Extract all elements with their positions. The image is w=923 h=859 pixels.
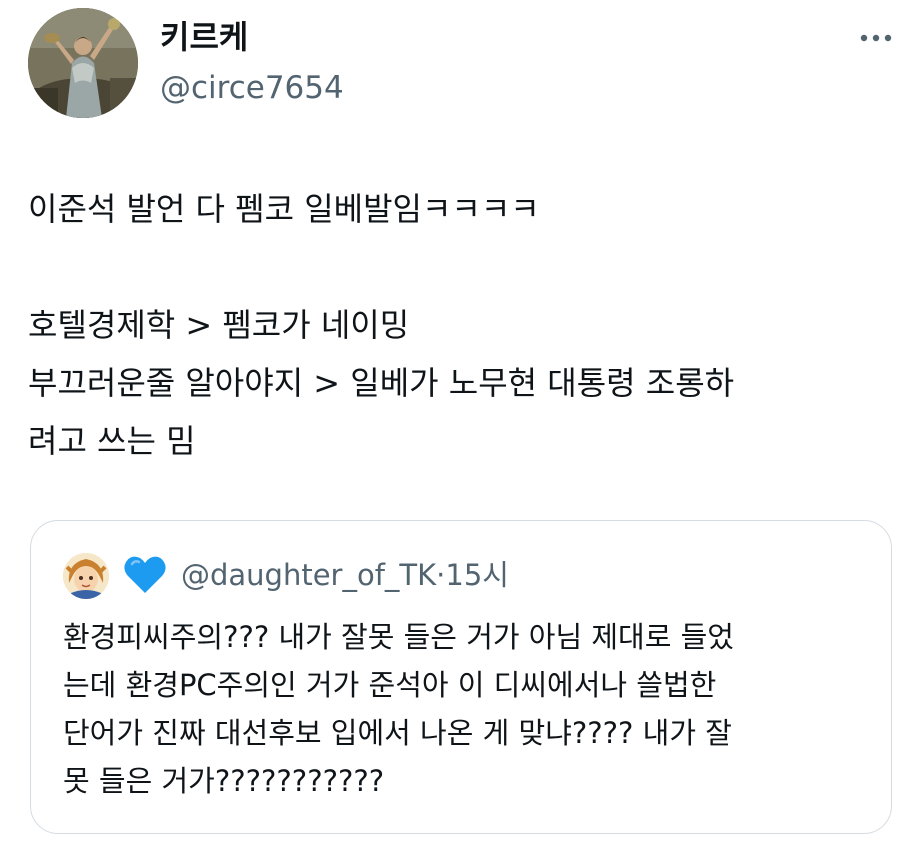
- quoted-tweet-text: 환경피씨주의??? 내가 잘못 들은 거가 아님 제대로 들었 는데 환경PC주…: [63, 613, 883, 805]
- tweet-text: 이준석 발언 다 펨코 일베발임ㅋㅋㅋㅋ 호텔경제학 > 펨코가 네이밍 부끄러…: [28, 180, 908, 470]
- tweet-text-line: 호텔경제학 > 펨코가 네이밍: [28, 306, 410, 344]
- author-display-name[interactable]: 키르케: [160, 15, 248, 59]
- author-handle[interactable]: @circe7654: [160, 67, 344, 109]
- quoted-text-line: 환경피씨주의??? 내가 잘못 들은 거가 아님 제대로 들었: [63, 620, 734, 654]
- blue-heart-icon: [123, 555, 167, 595]
- quoted-author-avatar[interactable]: [63, 553, 109, 599]
- quoted-text-line: 는데 환경PC주의인 거가 준석아 이 디씨에서나 쓸법한: [63, 668, 717, 702]
- more-options-button[interactable]: [856, 24, 896, 52]
- quoted-text-line: 단어가 진짜 대선후보 입에서 나온 게 맞냐???? 내가 잘: [63, 716, 732, 750]
- tweet-text-line: 부끄러운줄 알아야지 > 일베가 노무현 대통령 조롱하: [28, 364, 735, 402]
- quoted-tweet-meta: @daughter_of_TK·15시: [181, 554, 509, 596]
- tweet-text-line: 려고 쓰는 밈: [28, 422, 196, 460]
- more-horizontal-icon: [860, 34, 892, 42]
- author-avatar[interactable]: [28, 8, 138, 118]
- quoted-text-line: 못 들은 거가???????????: [63, 764, 385, 798]
- tweet-text-line: 이준석 발언 다 펨코 일베발임ㅋㅋㅋㅋ: [28, 190, 540, 228]
- quoted-tweet-card[interactable]: @daughter_of_TK·15시 환경피씨주의??? 내가 잘못 들은 거…: [30, 520, 892, 834]
- quoted-author-avatar-image: [63, 553, 109, 599]
- tweet-text-line: [28, 238, 908, 296]
- quoted-tweet-time[interactable]: 15시: [445, 558, 509, 592]
- meta-separator: ·: [436, 558, 446, 592]
- author-avatar-image: [28, 8, 138, 118]
- quoted-author-handle[interactable]: @daughter_of_TK: [181, 558, 436, 592]
